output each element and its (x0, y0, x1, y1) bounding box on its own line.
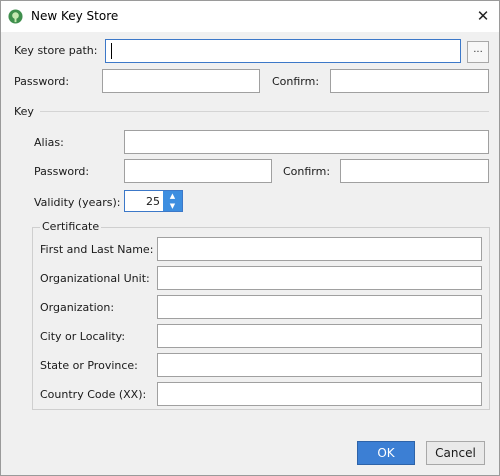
certificate-group-title: Certificate (40, 220, 102, 233)
close-icon[interactable]: ✕ (471, 4, 495, 28)
key-password-input[interactable] (124, 159, 272, 183)
arrow-up-icon[interactable]: ▲ (163, 191, 182, 201)
city-locality-input[interactable] (157, 324, 482, 348)
country-code-input[interactable] (157, 382, 482, 406)
validity-value[interactable]: 25 (146, 195, 160, 208)
key-store-path-label: Key store path: (14, 44, 98, 57)
state-province-label: State or Province: (40, 359, 138, 372)
key-confirm-input[interactable] (340, 159, 489, 183)
cancel-button[interactable]: Cancel (426, 441, 485, 465)
title-bar: New Key Store ✕ (1, 1, 499, 32)
android-studio-icon (8, 9, 23, 24)
text-caret (111, 43, 112, 59)
country-code-label: Country Code (XX): (40, 388, 147, 401)
key-confirm-label: Confirm: (283, 165, 331, 178)
first-last-name-input[interactable] (157, 237, 482, 261)
alias-input[interactable] (124, 130, 489, 154)
store-password-input[interactable] (102, 69, 260, 93)
store-confirm-label: Confirm: (272, 75, 320, 88)
organization-label: Organization: (40, 301, 115, 314)
key-password-label: Password: (34, 165, 90, 178)
organizational-unit-label: Organizational Unit: (40, 272, 150, 285)
store-confirm-input[interactable] (330, 69, 489, 93)
key-section-label: Key (14, 105, 34, 118)
key-store-path-input[interactable] (105, 39, 461, 63)
ok-button[interactable]: OK (357, 441, 415, 465)
organization-input[interactable] (157, 295, 482, 319)
validity-label: Validity (years): (34, 196, 121, 209)
browse-button[interactable]: ... (467, 41, 489, 63)
spinner-buttons: ▲ ▼ (163, 191, 182, 211)
validity-spinner[interactable]: 25 ▲ ▼ (124, 190, 183, 212)
state-province-input[interactable] (157, 353, 482, 377)
key-section-divider (40, 111, 489, 112)
alias-label: Alias: (34, 136, 64, 149)
organizational-unit-input[interactable] (157, 266, 482, 290)
new-key-store-dialog: New Key Store ✕ Key store path: ... Pass… (0, 0, 500, 476)
city-locality-label: City or Locality: (40, 330, 126, 343)
store-password-label: Password: (14, 75, 70, 88)
window-title: New Key Store (31, 9, 119, 23)
first-last-name-label: First and Last Name: (40, 243, 154, 256)
arrow-down-icon[interactable]: ▼ (163, 201, 182, 211)
